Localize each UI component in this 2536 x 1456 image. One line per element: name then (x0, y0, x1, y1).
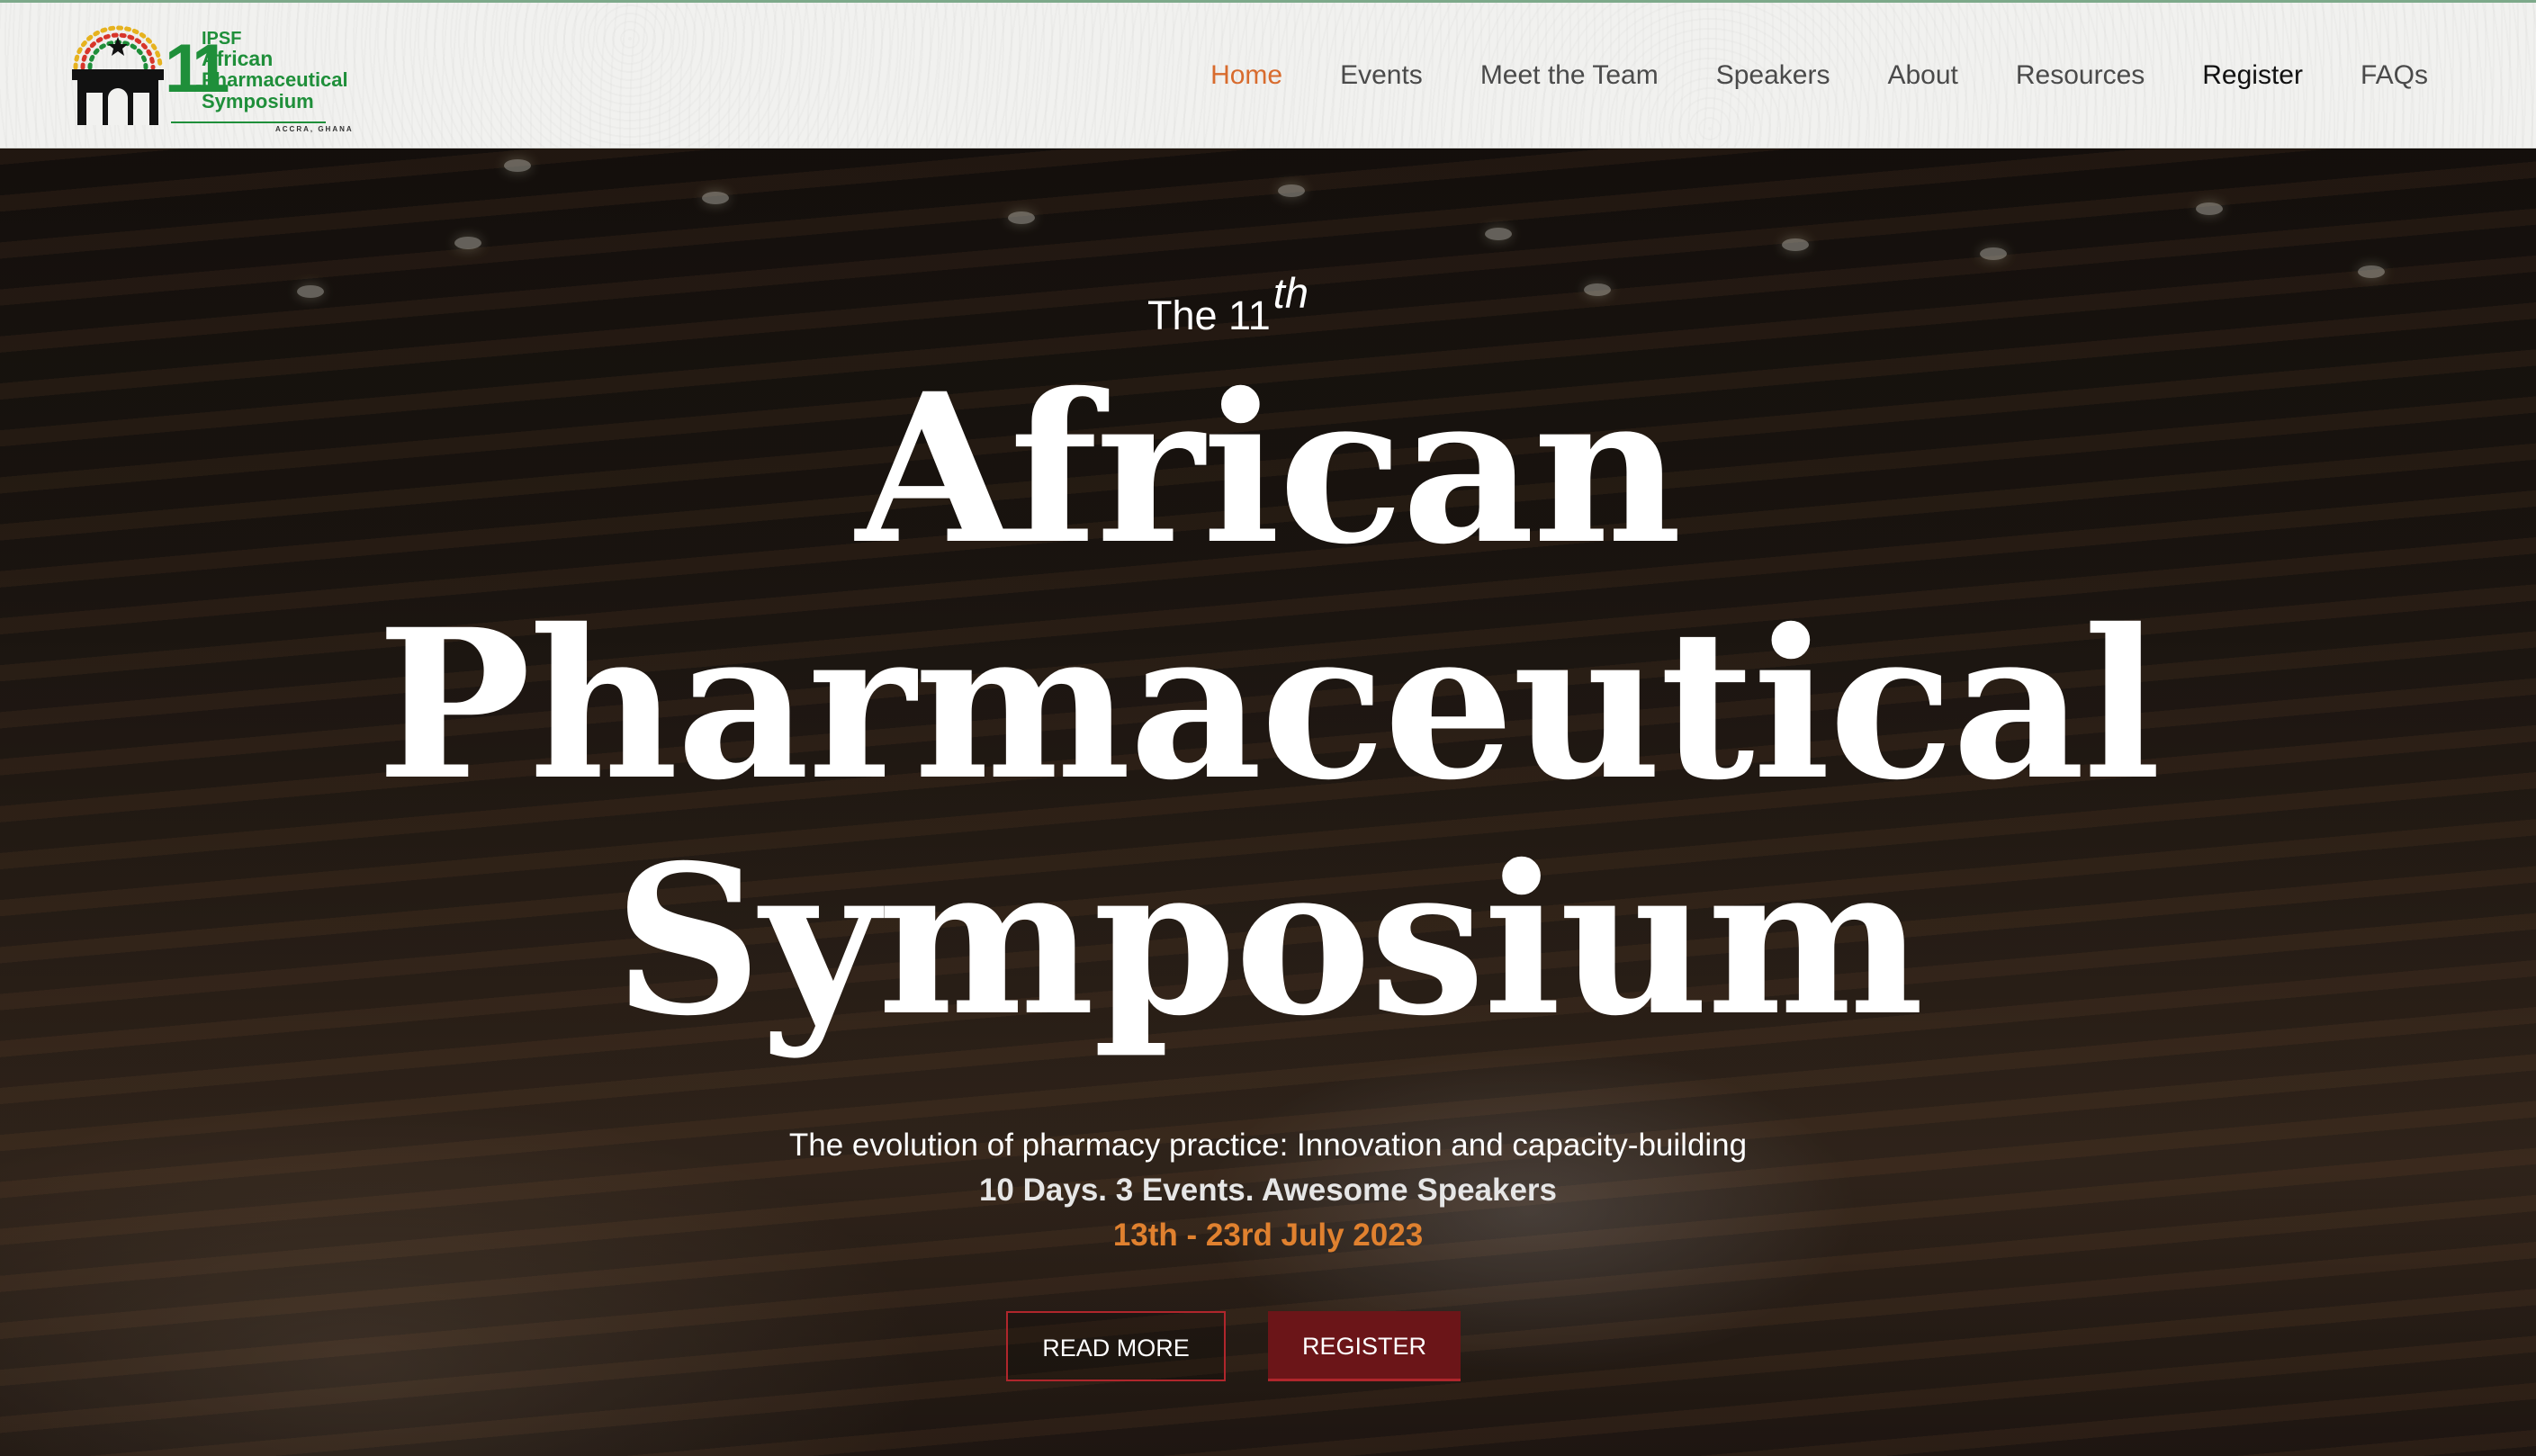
main-nav: Home Events Meet the Team Speakers About… (1210, 59, 2428, 92)
nav-register[interactable]: Register (2202, 59, 2303, 92)
hero-title: African Pharmaceutical Symposium (0, 351, 2536, 1058)
logo-number: 11 (165, 31, 229, 107)
register-button[interactable]: REGISTER (1268, 1311, 1461, 1381)
hero-dates: 13th - 23rd July 2023 (1112, 1218, 1424, 1253)
hero-title-line-2: Pharmaceutical (376, 584, 2162, 825)
site-logo[interactable]: 11 IPSF African Pharmaceutical Symposium… (68, 21, 368, 133)
logo-divider (171, 121, 326, 123)
nav-faqs[interactable]: FAQs (2361, 59, 2428, 92)
hero-edition-suffix: th (1272, 269, 1308, 317)
independence-arch-icon (72, 25, 164, 125)
logo-line-symposium: Symposium (202, 90, 314, 112)
nav-about[interactable]: About (1887, 59, 1957, 92)
hero-tagline: 10 Days. 3 Events. Awesome Speakers (978, 1173, 1558, 1208)
nav-home[interactable]: Home (1210, 59, 1282, 92)
nav-speakers[interactable]: Speakers (1716, 59, 1830, 92)
hero-edition-number: The 11 (1147, 292, 1271, 338)
site-header: 11 IPSF African Pharmaceutical Symposium… (0, 3, 2536, 148)
nav-resources[interactable]: Resources (2016, 59, 2145, 92)
logo-line-pharmaceutical: Pharmaceutical (202, 68, 348, 91)
logo-line-ipsf: IPSF (202, 29, 242, 49)
logo-line-african: African (202, 47, 274, 70)
logo-wordmark: IPSF African Pharmaceutical Symposium (202, 30, 368, 112)
hero-title-line-3: Symposium (614, 820, 1924, 1061)
nav-events[interactable]: Events (1340, 59, 1423, 92)
read-more-button[interactable]: READ MORE (1006, 1311, 1226, 1381)
nav-meet-the-team[interactable]: Meet the Team (1480, 59, 1659, 92)
hero-title-line-1: African (855, 348, 1682, 589)
logo-location: ACCRA, GHANA (275, 125, 354, 133)
hero-subtitle: The evolution of pharmacy practice: Inno… (788, 1128, 1748, 1163)
